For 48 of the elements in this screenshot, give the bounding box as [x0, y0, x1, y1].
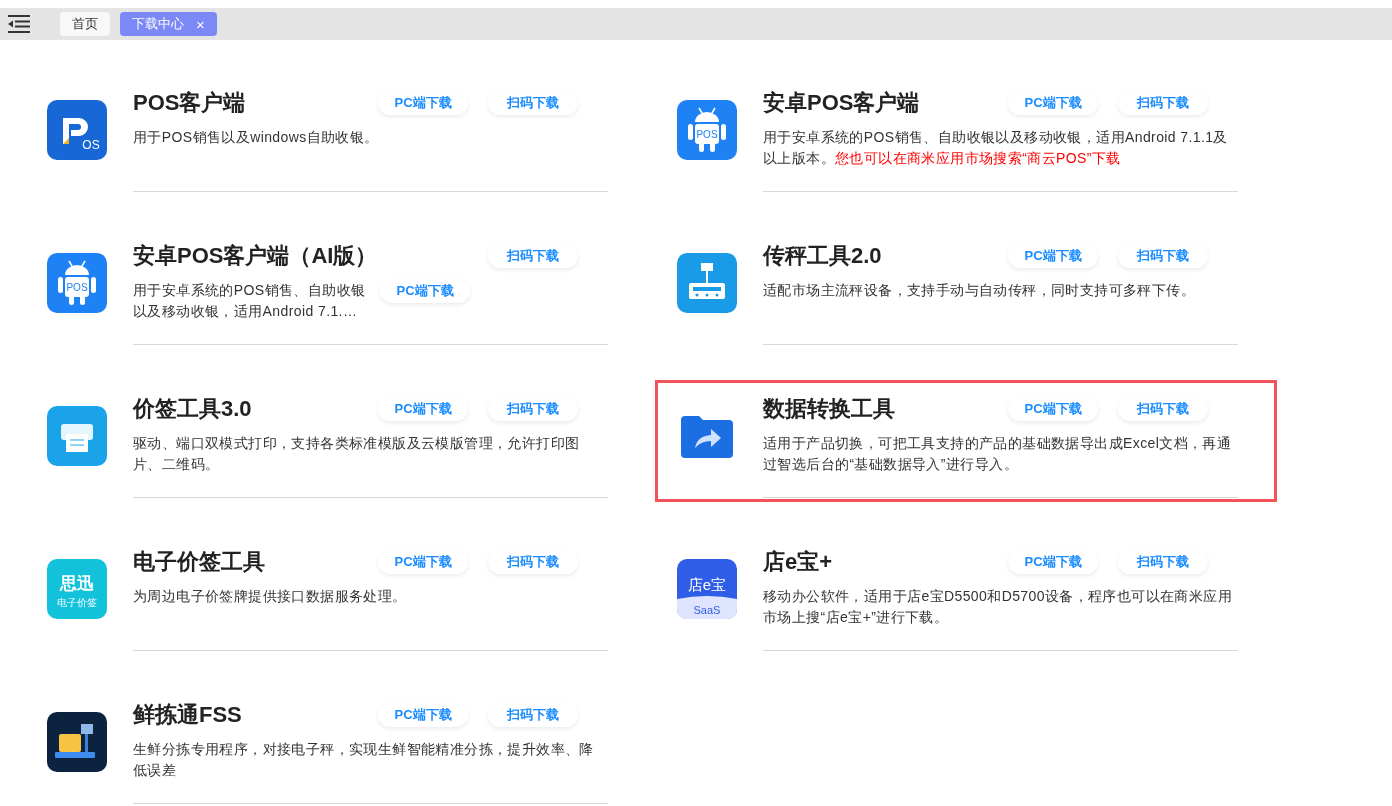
download-button[interactable]: 扫码下载	[1118, 91, 1208, 115]
app-description: 驱动、端口双模式打印，支持各类标准模版及云模版管理，允许打印图片、二维码。	[133, 434, 581, 474]
download-button[interactable]: PC端下载	[1008, 397, 1098, 421]
download-button[interactable]: 扫码下载	[488, 397, 578, 421]
download-button[interactable]: 扫码下载	[1118, 550, 1208, 574]
download-button[interactable]: 扫码下载	[1118, 397, 1208, 421]
download-button[interactable]: 扫码下载	[488, 244, 578, 268]
app-description: 用于安卓系统的POS销售、自助收银以及移动收银，适用Android 7.1.1及以上版本。您也可以在商米应用市场搜索“商云POS”下载	[763, 128, 1229, 168]
printer-icon	[47, 406, 107, 466]
app-title: 鲜拣通FSS	[133, 701, 242, 729]
app-icon: OS	[47, 100, 107, 160]
download-button[interactable]: PC端下载	[378, 91, 468, 115]
download-button[interactable]: 扫码下载	[488, 91, 578, 115]
android-icon: POS	[677, 100, 737, 160]
app-icon: 思迅 电子价签	[47, 559, 107, 619]
download-button[interactable]: PC端下载	[1008, 244, 1098, 268]
app-description: 适用于产品切换，可把工具支持的产品的基础数据导出成Excel文档，再通过智选后台的“基础数据导入”进行导入。	[763, 434, 1233, 474]
download-button[interactable]: PC端下载	[378, 703, 468, 727]
menu-icon[interactable]	[8, 15, 30, 33]
android-icon: POS	[47, 253, 107, 313]
tab[interactable]: 下载中心 ×	[120, 12, 217, 36]
close-icon[interactable]: ×	[196, 15, 205, 33]
app-description: 生鲜分拣专用程序，对接电子秤，实现生鲜智能精准分拣，提升效率、降低误差	[133, 740, 595, 780]
app-title: 价签工具3.0	[133, 395, 252, 423]
app-description: 移动办公软件，适用于店e宝D5500和D5700设备，程序也可以在商米应用市场上搜“店e宝+”进行下载。	[763, 587, 1234, 627]
app-title: 安卓POS客户端（AI版）	[133, 242, 378, 270]
download-button[interactable]: PC端下载	[1008, 91, 1098, 115]
download-button[interactable]: 扫码下载	[488, 703, 578, 727]
app-title: 传秤工具2.0	[763, 242, 882, 270]
app-description: 用于POS销售以及windows自助收银。	[133, 128, 380, 147]
app-title: 电子价签工具	[133, 548, 265, 576]
download-button[interactable]: PC端下载	[378, 550, 468, 574]
scale-icon	[677, 253, 737, 313]
app-title: 数据转换工具	[763, 395, 895, 423]
download-button[interactable]: 扫码下载	[488, 550, 578, 574]
app-icon: 店e宝 SaaS	[677, 559, 737, 619]
app-description: 用于安卓系统的POS销售、自助收银以及移动收银，适用Android 7.1.…	[133, 281, 367, 321]
app-title: 店e宝+	[763, 548, 833, 576]
app-description: 适配市场主流秤设备，支持手动与自动传秤，同时支持可多秤下传。	[763, 281, 1196, 300]
app-title: POS客户端	[133, 89, 246, 117]
download-button[interactable]: PC端下载	[380, 279, 470, 303]
scale-box-icon	[47, 712, 107, 772]
app-title: 安卓POS客户端	[763, 89, 920, 117]
tab[interactable]: 首页	[60, 12, 110, 36]
app-description: 为周边电子价签牌提供接口数据服务处理。	[133, 587, 408, 606]
download-button[interactable]: PC端下载	[378, 397, 468, 421]
download-button[interactable]: 扫码下载	[1118, 244, 1208, 268]
download-button[interactable]: PC端下载	[1008, 550, 1098, 574]
